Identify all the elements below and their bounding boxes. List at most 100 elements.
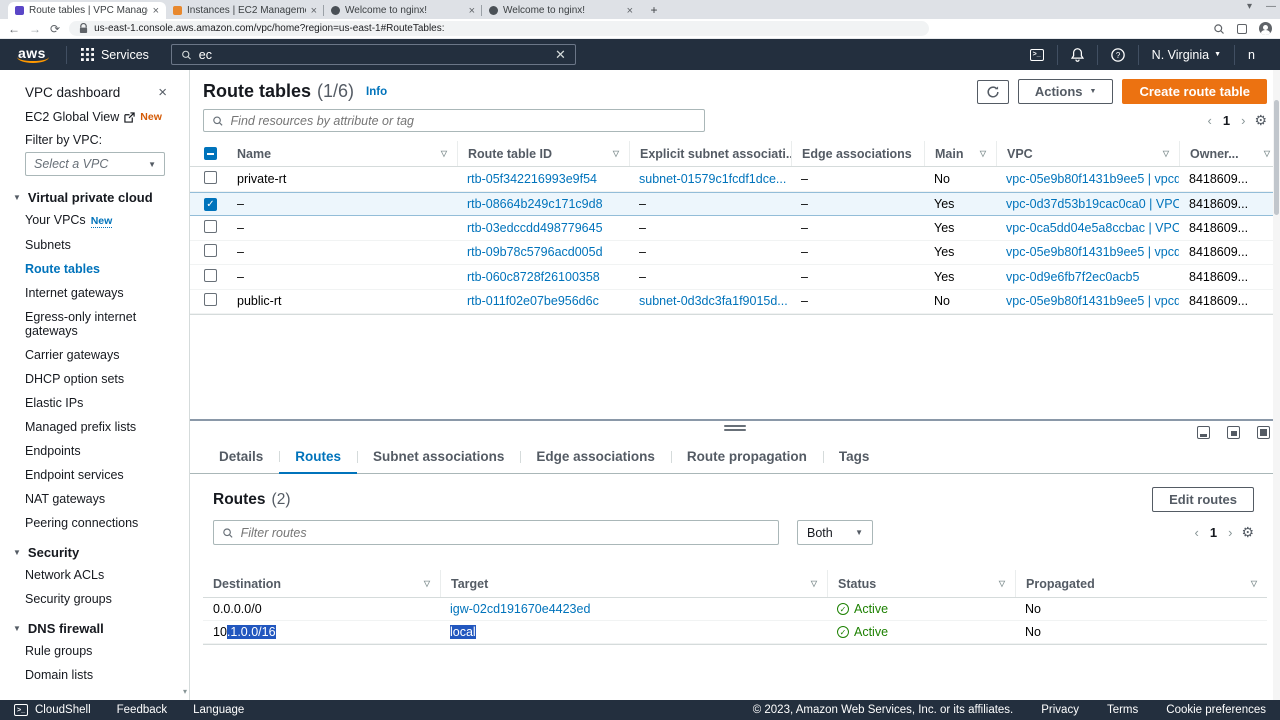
cookie-preferences-link[interactable]: Cookie preferences	[1166, 704, 1266, 716]
back-button[interactable]: ←	[8, 23, 20, 35]
notifications-button[interactable]	[1057, 45, 1097, 65]
tab-routes[interactable]: Routes	[279, 443, 357, 474]
minimize-button[interactable]: —	[1266, 1, 1276, 12]
table-settings-gear-icon[interactable]: ⚙	[1254, 112, 1267, 129]
sidebar-item-elastic-ips[interactable]: Elastic IPs	[25, 391, 155, 415]
table-row[interactable]: public-rt rtb-011f02e07be956d6c subnet-0…	[190, 290, 1280, 315]
scroll-down-icon[interactable]: ▾	[183, 687, 187, 696]
tab-tags[interactable]: Tags	[823, 443, 886, 473]
column-header-edge-associations[interactable]: Edge associations	[791, 141, 924, 166]
column-header-route-table-id[interactable]: Route table ID▽	[457, 141, 629, 166]
route-table-id-link[interactable]: rtb-05f342216993e9f54	[457, 172, 629, 186]
feedback-button[interactable]: Feedback	[117, 704, 168, 716]
sidebar-item-egress-only-internet-gateways[interactable]: Egress-only internet gateways	[25, 305, 155, 343]
create-route-table-button[interactable]: Create route table	[1122, 79, 1267, 104]
subnet-link[interactable]: subnet-0d3dc3fa1f9015d...	[629, 294, 791, 308]
route-table-id-link[interactable]: rtb-08664b249c171c9d8	[457, 197, 629, 211]
new-tab-button[interactable]: +	[646, 2, 662, 18]
actions-button[interactable]: Actions▼	[1018, 79, 1114, 104]
route-table-id-link[interactable]: rtb-03edccdd498779645	[457, 221, 629, 235]
browser-tab-ec2[interactable]: Instances | EC2 Management C ×	[166, 2, 324, 19]
route-row[interactable]: 10.1.0.0/16 local Active No	[203, 621, 1267, 644]
browser-tab-nginx-1[interactable]: Welcome to nginx! ×	[324, 2, 482, 19]
close-icon[interactable]: ×	[311, 5, 317, 17]
tab-route-propagation[interactable]: Route propagation	[671, 443, 823, 473]
cloudshell-button[interactable]: >_	[1017, 45, 1057, 65]
table-row[interactable]: – rtb-09b78c5796acd005d – – Yes vpc-05e9…	[190, 241, 1280, 266]
vpc-link[interactable]: vpc-0d37d53b19cac0ca0 | VPC-A	[996, 197, 1179, 211]
sidebar-item-route-tables[interactable]: Route tables	[25, 257, 155, 281]
close-icon[interactable]: ×	[158, 84, 167, 101]
browser-tab-vpc[interactable]: Route tables | VPC Managemen ×	[8, 2, 166, 19]
aws-logo[interactable]: aws	[12, 45, 52, 64]
routes-filter-input[interactable]	[241, 526, 770, 540]
side-panel-icon[interactable]	[1237, 24, 1247, 34]
column-header-target[interactable]: Target▽	[440, 570, 827, 597]
prev-page-icon[interactable]: ‹	[1195, 525, 1199, 540]
clear-search-icon[interactable]: ✕	[555, 47, 566, 63]
region-selector[interactable]: N. Virginia ▼	[1138, 45, 1234, 65]
global-search[interactable]: ✕	[171, 44, 576, 65]
vpc-link[interactable]: vpc-0ca5dd04e5a8ccbac | VPC-B	[996, 221, 1179, 235]
tab-subnet-associations[interactable]: Subnet associations	[357, 443, 520, 473]
sidebar-item-network-acls[interactable]: Network ACLs	[25, 563, 155, 587]
terms-link[interactable]: Terms	[1107, 704, 1138, 716]
routes-filter[interactable]	[213, 520, 779, 545]
sidebar-item-managed-prefix-lists[interactable]: Managed prefix lists	[25, 415, 155, 439]
section-virtual-private-cloud[interactable]: ▼ Virtual private cloud	[13, 190, 189, 205]
column-header-propagated[interactable]: Propagated▽	[1015, 570, 1267, 597]
column-header-main[interactable]: Main▽	[924, 141, 996, 166]
cloudshell-footer-button[interactable]: >_ CloudShell	[14, 704, 91, 716]
vpc-link[interactable]: vpc-05e9b80f1431b9ee5 | vpcd...	[996, 294, 1179, 308]
vpc-filter-select[interactable]: Select a VPC ▼	[25, 152, 165, 176]
route-mode-select[interactable]: Both ▼	[797, 520, 873, 545]
route-row[interactable]: 0.0.0.0/0 igw-02cd191670e4423ed Active N…	[203, 598, 1267, 621]
panel-size-medium-icon[interactable]	[1227, 426, 1240, 439]
sort-icon[interactable]: ▽	[1163, 149, 1169, 158]
column-header-explicit-subnet[interactable]: Explicit subnet associati...▽	[629, 141, 791, 166]
close-icon[interactable]: ×	[469, 5, 475, 17]
sidebar-item-subnets[interactable]: Subnets	[25, 233, 155, 257]
address-bar[interactable]: us-east-1.console.aws.amazon.com/vpc/hom…	[69, 21, 929, 36]
sidebar-item-your-vpcs[interactable]: Your VPCsNew	[25, 208, 155, 233]
section-security[interactable]: ▼ Security	[13, 545, 189, 560]
select-all-checkbox[interactable]	[204, 147, 217, 160]
route-table-id-link[interactable]: rtb-060c8728f26100358	[457, 270, 629, 284]
sort-icon[interactable]: ▽	[980, 149, 986, 158]
section-dns-firewall[interactable]: ▼ DNS firewall	[13, 621, 189, 636]
row-checkbox[interactable]	[204, 244, 217, 257]
column-header-owner[interactable]: Owner...▽	[1179, 141, 1280, 166]
route-table-id-link[interactable]: rtb-011f02e07be956d6c	[457, 294, 629, 308]
sidebar-item-nat-gateways[interactable]: NAT gateways	[25, 487, 155, 511]
column-header-name[interactable]: Name▽	[227, 141, 457, 166]
tab-edge-associations[interactable]: Edge associations	[520, 443, 671, 473]
sort-icon[interactable]: ▽	[613, 149, 619, 158]
sort-icon[interactable]: ▽	[441, 149, 447, 158]
refresh-button[interactable]	[977, 80, 1009, 104]
sort-icon[interactable]: ▽	[999, 579, 1005, 588]
vpc-link[interactable]: vpc-05e9b80f1431b9ee5 | vpcd...	[996, 245, 1179, 259]
sidebar-item-carrier-gateways[interactable]: Carrier gateways	[25, 343, 155, 367]
sidebar-item-endpoints[interactable]: Endpoints	[25, 439, 155, 463]
close-icon[interactable]: ×	[153, 5, 159, 17]
sidebar-item-rule-groups[interactable]: Rule groups	[25, 639, 155, 663]
sidebar-item-peering-connections[interactable]: Peering connections	[25, 511, 155, 535]
sidebar-item-security-groups[interactable]: Security groups	[25, 587, 155, 611]
subnet-link[interactable]: subnet-01579c1fcdf1dce...	[629, 172, 791, 186]
tab-details[interactable]: Details	[203, 443, 279, 473]
help-button[interactable]: ?	[1097, 45, 1138, 65]
vpc-link[interactable]: vpc-0d9e6fb7f2ec0acb5	[996, 270, 1179, 284]
route-table-id-link[interactable]: rtb-09b78c5796acd005d	[457, 245, 629, 259]
sort-icon[interactable]: ▽	[424, 579, 430, 588]
table-row-selected[interactable]: – rtb-08664b249c171c9d8 – – Yes vpc-0d37…	[190, 192, 1280, 217]
tab-search-chevron-icon[interactable]: ▾	[1247, 1, 1252, 12]
edit-routes-button[interactable]: Edit routes	[1152, 487, 1254, 512]
table-row[interactable]: – rtb-060c8728f26100358 – – Yes vpc-0d9e…	[190, 265, 1280, 290]
row-checkbox[interactable]	[204, 220, 217, 233]
sidebar-item-internet-gateways[interactable]: Internet gateways	[25, 281, 155, 305]
reload-button[interactable]: ⟳	[50, 23, 60, 35]
close-icon[interactable]: ×	[627, 5, 633, 17]
sort-icon[interactable]: ▽	[1264, 149, 1270, 158]
language-button[interactable]: Language	[193, 704, 244, 716]
row-checkbox[interactable]	[204, 171, 217, 184]
